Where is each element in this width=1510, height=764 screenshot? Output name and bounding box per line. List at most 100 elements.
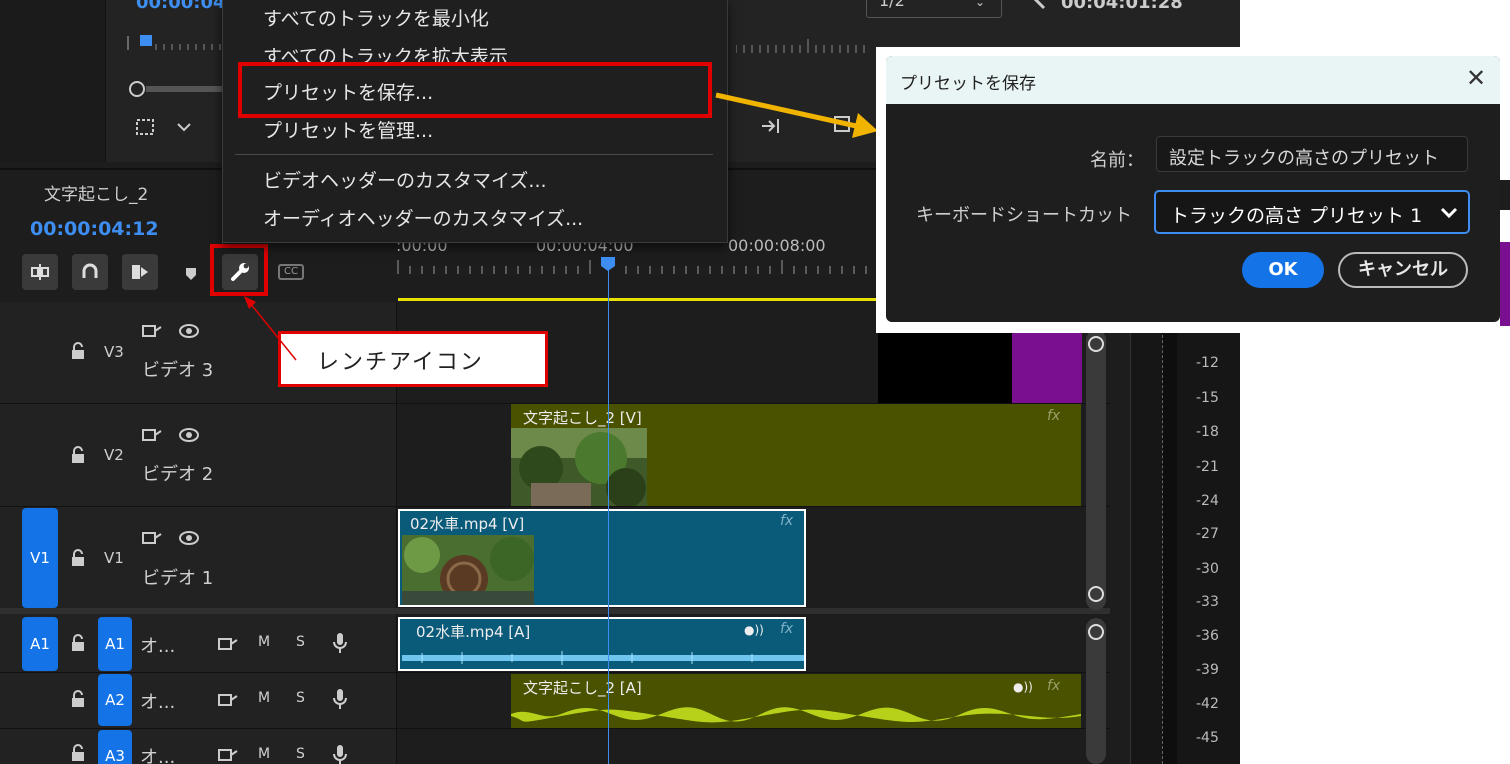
source-patch-v1[interactable]: V1 bbox=[22, 508, 58, 608]
close-icon[interactable]: ✕ bbox=[1466, 64, 1486, 92]
meter-label: -39 bbox=[1196, 662, 1219, 678]
lock-icon-a3[interactable] bbox=[70, 744, 86, 764]
sync-lock-icon-v1[interactable] bbox=[142, 530, 162, 550]
timeline-settings-menu: すべてのトラックを最小化 すべてのトラックを拡大表示 プリセットを保存... プ… bbox=[222, 0, 728, 243]
sync-lock-icon-v3[interactable] bbox=[142, 323, 162, 343]
purple-graphic-clip[interactable] bbox=[1012, 330, 1082, 403]
track-id-a2[interactable]: A2 bbox=[98, 674, 132, 726]
menu-item-minimize-all[interactable]: すべてのトラックを最小化 bbox=[263, 4, 489, 31]
monitor-mini-ruler bbox=[126, 34, 226, 50]
sync-lock-icon-a3[interactable] bbox=[218, 747, 238, 764]
microphone-icon-a2[interactable] bbox=[332, 688, 348, 714]
audio-meter-panel bbox=[1130, 302, 1240, 764]
video-track-scrollbar[interactable] bbox=[1086, 330, 1106, 610]
audio-voice-icon-a1: ●)) bbox=[744, 623, 764, 637]
wrench-small-icon[interactable] bbox=[1028, 0, 1050, 14]
black-video-clip[interactable] bbox=[878, 330, 1012, 403]
shortcut-select[interactable]: トラックの高さ プリセット 1 bbox=[1154, 190, 1470, 234]
mute-button-a1[interactable]: M bbox=[258, 634, 270, 650]
work-area-bar[interactable] bbox=[398, 298, 880, 301]
save-preset-highlight-box bbox=[238, 62, 712, 118]
clip-v1[interactable]: 02水車.mp4 [V] fx bbox=[398, 509, 806, 607]
menu-divider bbox=[235, 154, 713, 155]
insert-nest-button[interactable] bbox=[22, 254, 58, 290]
clip-a2-label: 文字起こし_2 [A] bbox=[523, 679, 642, 697]
chevron-down-icon: ⌄ bbox=[975, 0, 986, 9]
cancel-button[interactable]: キャンセル bbox=[1338, 252, 1468, 288]
resolution-value: 1/2 bbox=[879, 0, 905, 10]
lock-icon-v2[interactable] bbox=[70, 446, 86, 468]
playhead-line[interactable] bbox=[608, 270, 609, 764]
sequence-tab[interactable]: 文字起こし_2 bbox=[44, 180, 148, 205]
step-forward-icon[interactable] bbox=[758, 114, 786, 138]
clip-a2-waveform bbox=[511, 707, 1081, 723]
nest-icon bbox=[31, 264, 49, 280]
snap-button[interactable] bbox=[72, 254, 108, 290]
fx-badge-v1: fx bbox=[780, 513, 794, 529]
mute-button-a3[interactable]: M bbox=[258, 746, 270, 762]
track-id-a1[interactable]: A1 bbox=[98, 617, 132, 671]
lock-icon-v1[interactable] bbox=[70, 549, 86, 571]
sync-lock-icon-a2[interactable] bbox=[218, 692, 238, 712]
dialog-title: プリセットを保存 bbox=[900, 74, 1036, 94]
meter-label: -24 bbox=[1196, 493, 1219, 509]
microphone-icon-a3[interactable] bbox=[332, 744, 348, 764]
export-frame-icon[interactable] bbox=[832, 114, 854, 136]
eye-icon-v2[interactable] bbox=[178, 427, 200, 447]
wrench-callout-label: レンチアイコン bbox=[317, 350, 484, 375]
audio-track-scrollbar[interactable] bbox=[1086, 618, 1106, 764]
meter-label: -36 bbox=[1196, 628, 1219, 644]
source-patch-a1[interactable]: A1 bbox=[22, 617, 58, 671]
clip-a1[interactable]: 02水車.mp4 [A] ●)) fx bbox=[398, 617, 806, 671]
sync-lock-icon-v2[interactable] bbox=[142, 427, 162, 447]
clip-v1-label: 02水車.mp4 [V] bbox=[410, 515, 525, 533]
sequence-timecode[interactable]: 00:00:04:12 bbox=[30, 218, 159, 240]
linked-selection-button[interactable] bbox=[122, 254, 158, 290]
magnet-icon bbox=[82, 263, 98, 278]
track-name-v1: ビデオ 1 bbox=[142, 568, 214, 589]
track-id-v1[interactable]: V1 bbox=[104, 549, 124, 567]
dialog-titlebar: プリセットを保存 ✕ bbox=[886, 56, 1500, 104]
microphone-icon-a1[interactable] bbox=[332, 632, 348, 658]
monitor-zoom-scroll[interactable] bbox=[128, 80, 228, 98]
track-name-v2: ビデオ 2 bbox=[142, 464, 214, 485]
solo-button-a1[interactable]: S bbox=[296, 634, 305, 650]
lock-icon-v3[interactable] bbox=[70, 342, 86, 364]
mute-button-a2[interactable]: M bbox=[258, 690, 270, 706]
eye-icon-v1[interactable] bbox=[178, 530, 200, 550]
lock-icon-a2[interactable] bbox=[70, 690, 86, 712]
meter-label: -12 bbox=[1196, 355, 1219, 371]
shortcut-label: キーボードショートカット bbox=[916, 205, 1132, 226]
resolution-select[interactable]: 1/2 ⌄ bbox=[866, 0, 1002, 18]
menu-item-manage-presets[interactable]: プリセットを管理... bbox=[263, 116, 433, 143]
add-marker-icon[interactable] bbox=[184, 266, 198, 280]
ok-button[interactable]: OK bbox=[1242, 252, 1324, 288]
solo-button-a2[interactable]: S bbox=[296, 690, 305, 706]
eye-icon-v3[interactable] bbox=[178, 323, 200, 343]
monitor-timecode-left: 00:00:04 bbox=[136, 0, 226, 13]
menu-item-customize-video-header[interactable]: ビデオヘッダーのカスタマイズ... bbox=[263, 166, 547, 193]
clip-v2[interactable]: 文字起こし_2 [V] fx bbox=[511, 404, 1081, 506]
fx-badge-v2: fx bbox=[1047, 408, 1061, 424]
playhead-handle[interactable] bbox=[600, 256, 616, 271]
track-id-a3[interactable]: A3 bbox=[98, 730, 132, 764]
preset-name-input[interactable]: 設定トラックの高さのプリセット bbox=[1156, 136, 1468, 172]
save-preset-dialog: プリセットを保存 ✕ 名前： 設定トラックの高さのプリセット キーボードショート… bbox=[886, 56, 1500, 322]
fx-badge-a2: fx bbox=[1047, 678, 1061, 694]
audio-voice-icon-a2: ●)) bbox=[1013, 680, 1033, 694]
captions-icon[interactable]: CC bbox=[278, 264, 304, 280]
safe-margins-icon[interactable] bbox=[134, 116, 194, 138]
solo-button-a3[interactable]: S bbox=[296, 746, 305, 762]
menu-item-customize-audio-header[interactable]: オーディオヘッダーのカスタマイズ... bbox=[263, 204, 583, 231]
track-id-v3[interactable]: V3 bbox=[104, 343, 124, 361]
clip-a2[interactable]: 文字起こし_2 [A] ●)) fx bbox=[511, 674, 1081, 728]
lock-icon-a1[interactable] bbox=[70, 634, 86, 656]
separator-a2 bbox=[0, 728, 1110, 729]
clip-v2-thumbnail bbox=[511, 428, 647, 506]
clip-a1-label: 02水車.mp4 [A] bbox=[416, 623, 531, 641]
meter-label: -27 bbox=[1196, 526, 1219, 542]
video-audio-divider[interactable] bbox=[0, 608, 1110, 614]
sync-lock-icon-a1[interactable] bbox=[218, 636, 238, 656]
track-id-v2[interactable]: V2 bbox=[104, 446, 124, 464]
monitor-ruler-right bbox=[735, 38, 876, 53]
